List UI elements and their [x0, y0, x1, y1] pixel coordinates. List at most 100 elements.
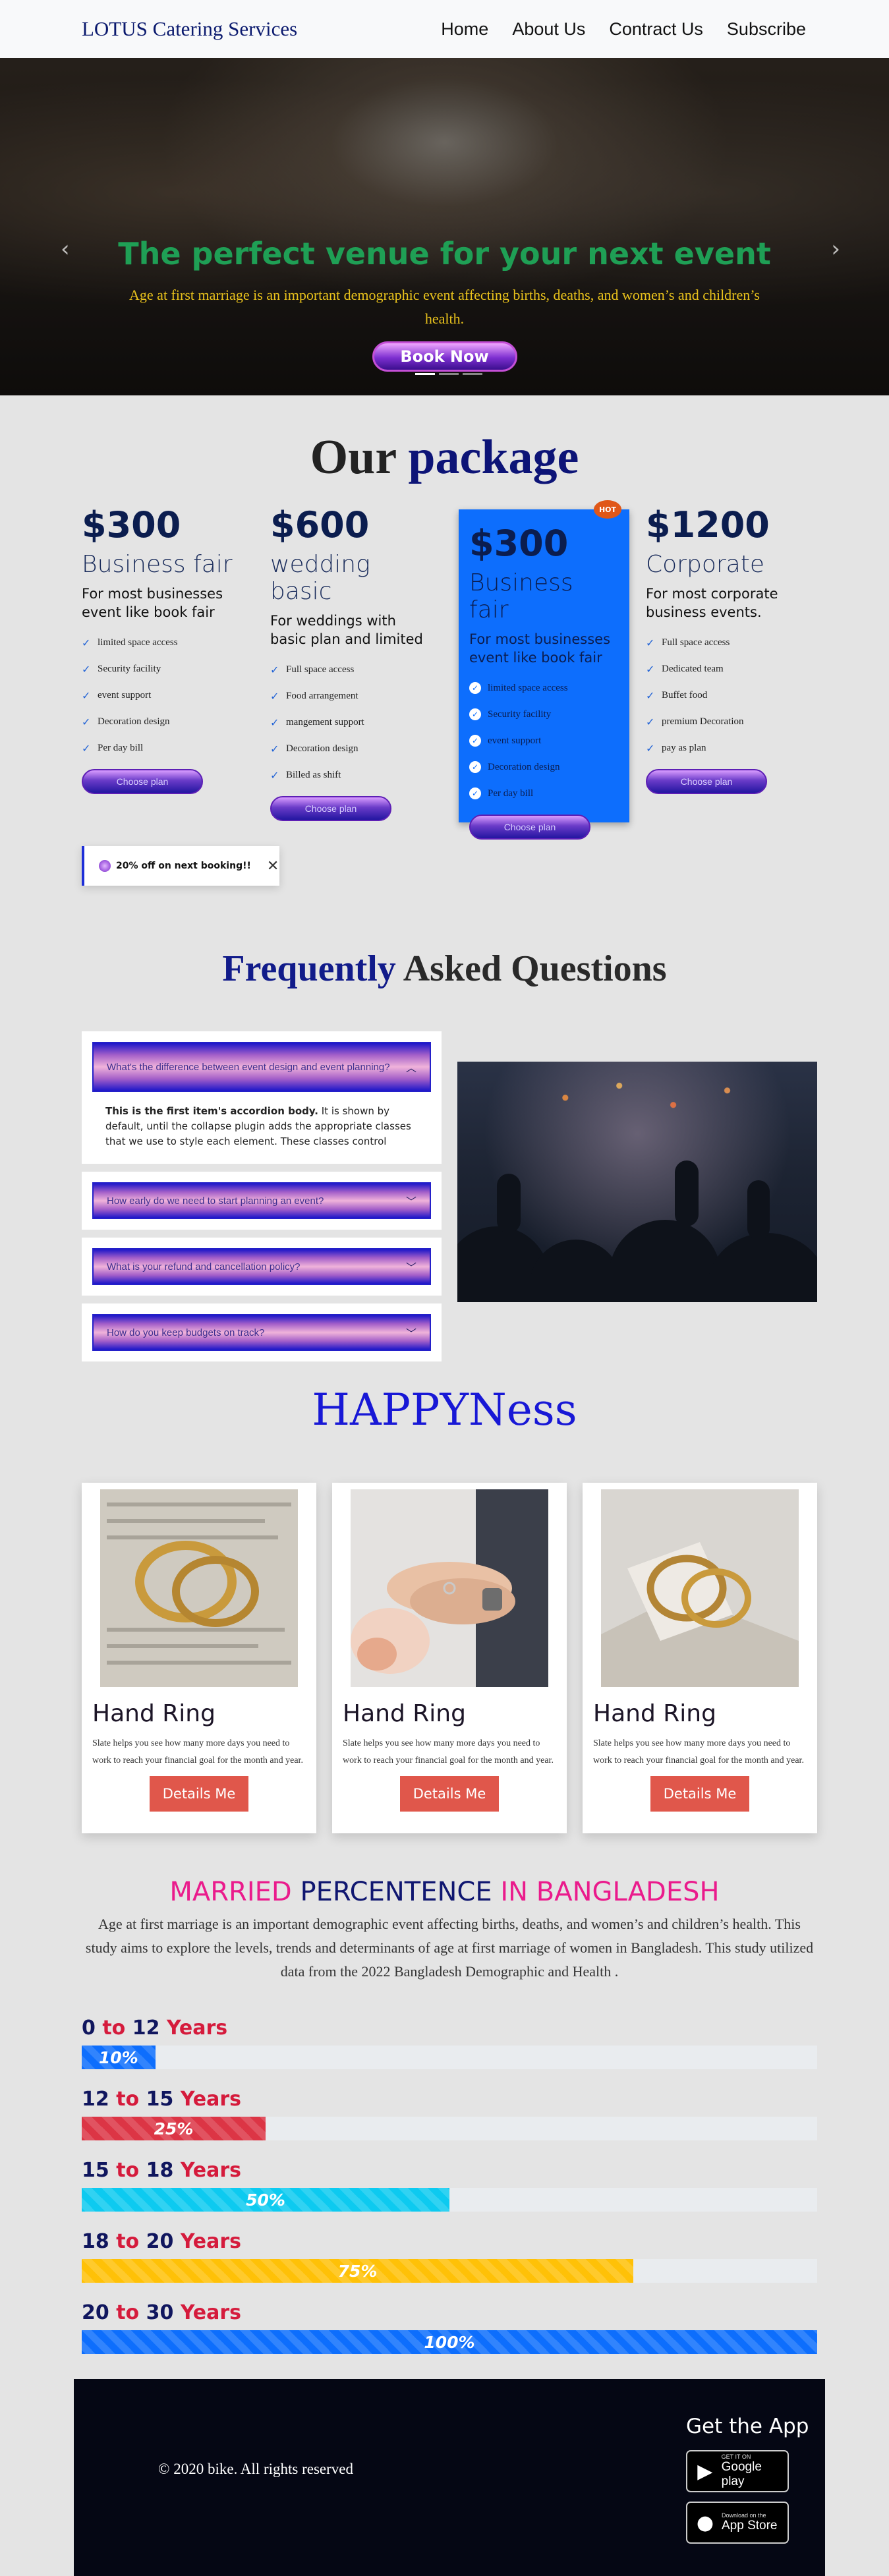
package-row: $300 Business fair For most businesses e…	[0, 500, 889, 840]
details-button[interactable]: Details Me	[150, 1776, 248, 1812]
nav-link-contract[interactable]: Contract Us	[609, 19, 703, 40]
check-icon: ✓	[646, 689, 655, 702]
check-icon: ✓	[270, 689, 279, 702]
check-icon: ✓	[82, 689, 91, 702]
details-button[interactable]: Details Me	[400, 1776, 499, 1812]
card-title: Hand Ring	[593, 1700, 716, 1727]
package-feature: ✓ Per day bill	[469, 780, 619, 807]
package-features: ✓ Full space access ✓ Dedicated team ✓ Buff…	[646, 629, 811, 761]
check-icon: ✓	[646, 636, 655, 649]
carousel-indicator[interactable]	[463, 373, 482, 375]
package-feature: ✓ Security facility	[82, 662, 161, 675]
choose-plan-button[interactable]: Choose plan	[82, 769, 203, 794]
progress-track: 50%	[82, 2188, 817, 2212]
progress-row: 0 to 12 Years 10%	[82, 2017, 817, 2069]
get-app-heading: Get the App	[686, 2415, 809, 2438]
package-feature: ✓ Full space access	[646, 636, 730, 649]
check-icon: ✓	[270, 742, 279, 755]
hero-subtitle: Age at first marriage is an important de…	[129, 287, 760, 327]
card-text: Slate helps you see how many more days y…	[343, 1738, 554, 1765]
ring-card: Hand Ring Slate helps you see how many m…	[583, 1483, 817, 1833]
navbar: LOTUS Catering Services Home About Us Co…	[0, 0, 889, 58]
nav-link-home[interactable]: Home	[441, 19, 488, 40]
progress-label: 18 to 20 Years	[82, 2230, 242, 2253]
package-feature: ✓ Full space access	[270, 663, 355, 676]
check-icon: ✓	[270, 663, 279, 676]
check-circle-icon: ✓	[469, 735, 481, 747]
book-now-button[interactable]: Book Now	[372, 341, 517, 372]
check-icon: ✓	[646, 715, 655, 728]
ring-card: Hand Ring Slate helps you see how many m…	[332, 1483, 567, 1833]
faq-question: How early do we need to start planning a…	[107, 1195, 324, 1207]
google-play-button[interactable]: ▶ GET IT ON Google play	[686, 2450, 789, 2492]
package-feature: ✓ limited space access	[82, 636, 178, 649]
google-play-icon: ▶	[697, 2459, 713, 2483]
faq-question: What is your refund and cancellation pol…	[107, 1261, 301, 1273]
package-price: $300	[469, 523, 569, 564]
package-feature: ✓ Dedicated team	[646, 662, 724, 675]
choose-plan-button[interactable]: Choose plan	[270, 796, 391, 821]
footer: © 2020 bike. All rights reserved Get the…	[74, 2379, 825, 2576]
progress-fill: 75%	[82, 2259, 633, 2283]
faq-question-toggle[interactable]: How do you keep budgets on track? ﹀	[92, 1314, 431, 1351]
progress-track: 100%	[82, 2330, 817, 2354]
married-title: MARRIED PERCENTENCE IN BANGLADESH	[169, 1877, 720, 1907]
details-button[interactable]: Details Me	[650, 1776, 749, 1812]
progress-label: 20 to 30 Years	[82, 2301, 242, 2324]
progress-fill: 25%	[82, 2117, 266, 2140]
gift-icon	[99, 860, 111, 872]
faq-question-toggle[interactable]: What is your refund and cancellation pol…	[92, 1248, 431, 1285]
nav-link-about[interactable]: About Us	[512, 19, 585, 40]
nav-link-subscribe[interactable]: Subscribe	[727, 19, 806, 40]
progress-track: 25%	[82, 2117, 817, 2140]
progress-row: 15 to 18 Years 50%	[82, 2159, 817, 2212]
hero-caption: The perfect venue for your next event Ag…	[0, 236, 889, 372]
package-features: ✓ limited space access ✓ Security facility…	[82, 629, 246, 761]
package-title-word2: package	[408, 430, 579, 484]
brand-logo[interactable]: LOTUS Catering Services	[82, 17, 297, 41]
faq-item: What's the difference between event desi…	[82, 1031, 442, 1164]
check-icon: ✓	[646, 662, 655, 675]
wedding-hands-image	[351, 1489, 548, 1687]
package-feature: ✓ pay as plan	[646, 741, 706, 755]
faq-question-toggle[interactable]: How early do we need to start planning a…	[92, 1182, 431, 1219]
carousel-indicator[interactable]	[415, 373, 435, 375]
close-icon[interactable]: ✕	[267, 858, 279, 874]
check-icon: ✓	[646, 741, 655, 755]
check-icon: ✓	[270, 768, 279, 782]
choose-plan-button[interactable]: Choose plan	[469, 815, 590, 840]
faq-question: How do you keep budgets on track?	[107, 1327, 265, 1338]
package-name: Business fair	[469, 569, 573, 623]
hero-carousel: ‹ › The perfect venue for your next even…	[0, 58, 889, 395]
ring-card: Hand Ring Slate helps you see how many m…	[82, 1483, 316, 1833]
choose-plan-button[interactable]: Choose plan	[646, 769, 767, 794]
card-title: Hand Ring	[92, 1700, 215, 1727]
package-features: ✓ limited space access ✓ Security facility…	[469, 675, 619, 807]
package-desc: For most businesses event like book fair	[82, 586, 223, 620]
check-circle-icon: ✓	[469, 682, 481, 694]
progress-fill: 100%	[82, 2330, 817, 2354]
progress-fill: 10%	[82, 2046, 156, 2069]
chevron-down-icon: ﹀	[405, 1261, 416, 1274]
progress-label: 15 to 18 Years	[82, 2159, 242, 2182]
check-icon: ✓	[270, 716, 279, 729]
hot-badge: HOT	[594, 500, 621, 519]
discount-toast: 20% off on next booking!! ✕	[82, 846, 279, 886]
faq-title-word1: Frequently	[222, 948, 396, 989]
package-price: $300	[82, 504, 181, 546]
package-title-word1: Our	[310, 430, 396, 484]
progress-bars: 0 to 12 Years 10% 12 to 15 Years 25% 15 …	[82, 2017, 817, 2372]
ring-image	[100, 1489, 298, 1687]
package-feature: ✓ Decoration design	[270, 742, 358, 755]
carousel-indicator[interactable]	[439, 373, 459, 375]
check-circle-icon: ✓	[469, 708, 481, 720]
package-card: $600 wedding basic For weddings with bas…	[270, 504, 435, 821]
package-card: $300 Business fair For most businesses e…	[82, 504, 246, 794]
progress-row: 18 to 20 Years 75%	[82, 2230, 817, 2283]
faq-question-toggle[interactable]: What's the difference between event desi…	[92, 1042, 431, 1092]
package-price: $600	[270, 504, 370, 546]
check-icon: ✓	[82, 662, 91, 675]
package-name: wedding basic	[270, 551, 370, 605]
package-features: ✓ Full space access ✓ Food arrangement ✓ ma…	[270, 656, 435, 788]
app-store-button[interactable]: ● Download on the App Store	[686, 2502, 789, 2544]
